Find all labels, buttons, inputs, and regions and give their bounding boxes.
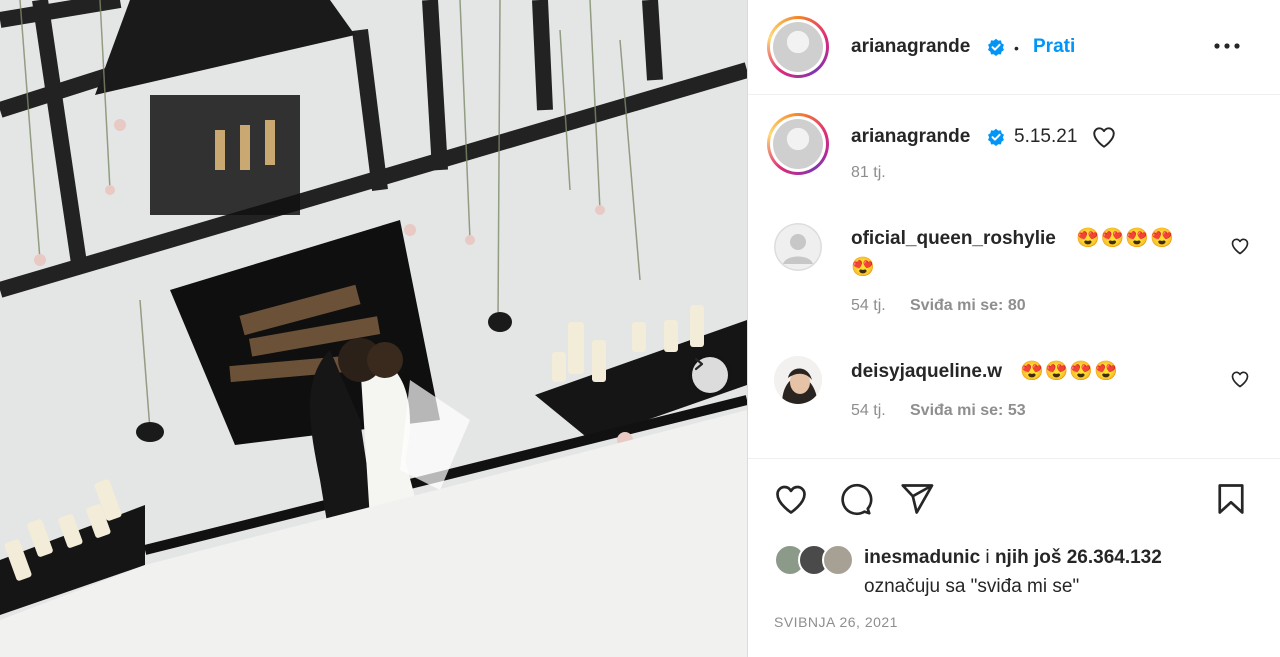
comment-likes[interactable]: Sviđa mi se: 80 bbox=[910, 297, 1026, 315]
liker-avatar bbox=[822, 544, 854, 576]
post-header: arianagrande • Prati bbox=[748, 0, 1280, 95]
commenter-avatar[interactable] bbox=[774, 356, 822, 404]
actions-divider bbox=[748, 458, 1280, 459]
likes-summary-suffix: označuju sa "sviđa mi se" bbox=[864, 576, 1080, 597]
post-date[interactable]: SVIBNJA 26, 2021 bbox=[774, 614, 898, 630]
caption-author-username[interactable]: arianagrande bbox=[851, 126, 970, 148]
follow-button[interactable]: Prati bbox=[1033, 36, 1075, 58]
likes-summary: inesmadunic i njih još 26.364.132 bbox=[864, 547, 1162, 569]
bookmark-icon[interactable] bbox=[1213, 481, 1249, 517]
caption-age: 81 tj. bbox=[851, 164, 886, 181]
commenter-avatar[interactable] bbox=[774, 223, 822, 271]
comment-icon[interactable] bbox=[837, 481, 873, 517]
comment-text-continued: 😍 bbox=[851, 257, 876, 278]
chevron-right-icon bbox=[694, 357, 704, 371]
verified-badge-icon bbox=[988, 38, 1004, 56]
comment-username[interactable]: deisyjaqueline.w bbox=[851, 361, 1002, 383]
likes-connector: i bbox=[980, 547, 995, 568]
default-avatar-icon bbox=[774, 223, 822, 271]
more-options-icon[interactable] bbox=[1212, 36, 1242, 56]
wedding-photo-illustration bbox=[0, 0, 747, 657]
liker-username[interactable]: inesmadunic bbox=[864, 547, 980, 568]
author-username[interactable]: arianagrande bbox=[851, 36, 970, 58]
liked-by-avatars[interactable] bbox=[774, 544, 858, 576]
comment-heart-icon[interactable] bbox=[1230, 369, 1250, 389]
likes-count[interactable]: njih još 26.364.132 bbox=[995, 547, 1162, 568]
next-photo-button[interactable] bbox=[692, 357, 728, 393]
caption-author-avatar[interactable] bbox=[767, 113, 829, 175]
profile-photo bbox=[774, 356, 822, 404]
comment-age[interactable]: 54 tj. bbox=[851, 402, 886, 420]
comment-age[interactable]: 54 tj. bbox=[851, 297, 886, 315]
comment-text: 😍😍😍😍 bbox=[1076, 228, 1175, 249]
comment-likes[interactable]: Sviđa mi se: 53 bbox=[910, 402, 1026, 420]
post-photo[interactable] bbox=[0, 0, 747, 657]
caption-heart-icon[interactable] bbox=[1091, 124, 1117, 150]
comment-heart-icon[interactable] bbox=[1230, 236, 1250, 256]
caption-text: 5.15.21 bbox=[1014, 126, 1078, 147]
heart-icon[interactable] bbox=[773, 481, 809, 517]
separator-dot: • bbox=[1014, 40, 1019, 56]
author-avatar[interactable] bbox=[767, 16, 829, 78]
comment-username[interactable]: oficial_queen_roshylie bbox=[851, 228, 1056, 250]
post-side-panel: arianagrande • Prati arianagrande 5.15.2… bbox=[748, 0, 1280, 657]
comment-text: 😍😍😍😍 bbox=[1020, 361, 1119, 382]
share-icon[interactable] bbox=[899, 481, 935, 517]
verified-badge-icon bbox=[988, 128, 1004, 146]
